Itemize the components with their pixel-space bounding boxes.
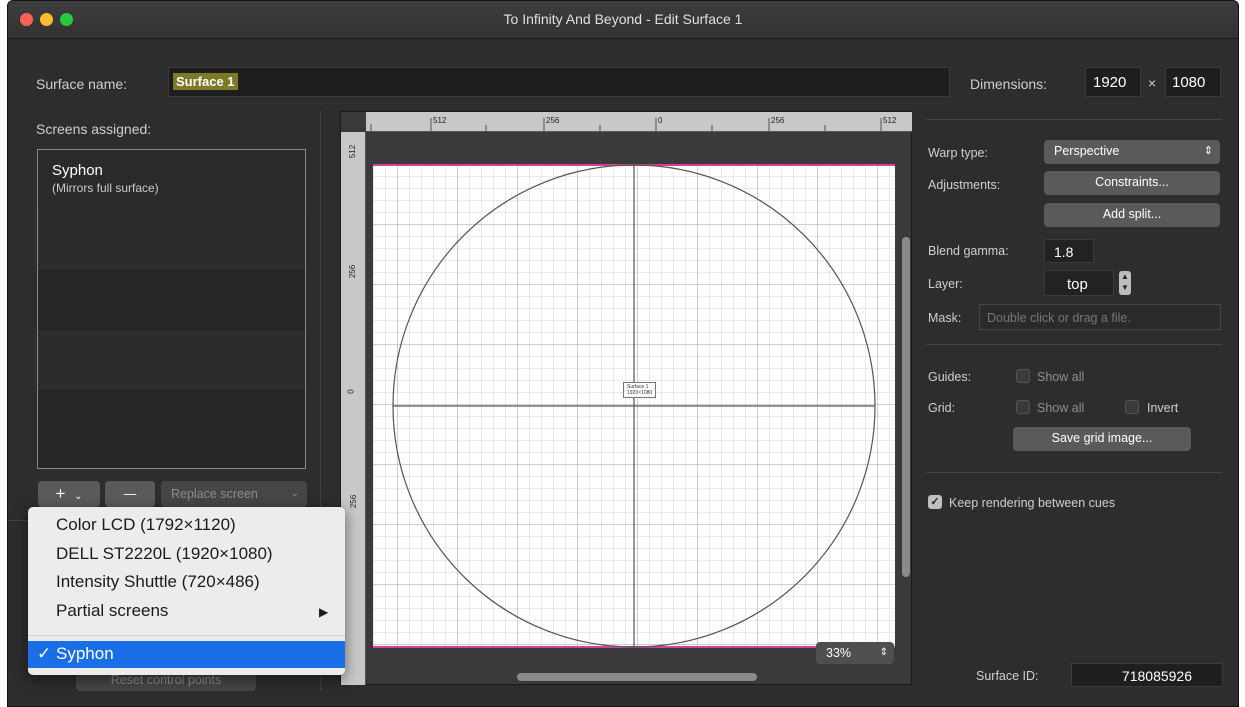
dimensions-times: × xyxy=(1148,75,1157,91)
warp-type-value: Perspective xyxy=(1054,144,1120,158)
width-value: 1920 xyxy=(1093,74,1127,91)
menu-item[interactable]: DELL ST2220L (1920×1080) xyxy=(56,544,273,564)
guides-label: Guides: xyxy=(928,370,972,384)
screens-assigned-label: Screens assigned: xyxy=(36,121,152,137)
list-item xyxy=(38,390,305,450)
add-split-button[interactable]: Add split... xyxy=(1044,203,1220,227)
menu-item[interactable]: Color LCD (1792×1120) xyxy=(56,515,236,535)
ruler-tick-label: 256 xyxy=(348,264,358,279)
screen-name: Syphon xyxy=(52,162,103,179)
remove-screen-button[interactable]: — xyxy=(105,481,155,507)
menu-separator xyxy=(28,635,345,636)
constraints-button[interactable]: Constraints... xyxy=(1044,171,1220,195)
chevron-down-icon: ⌄ xyxy=(290,488,299,499)
screen-note: (Mirrors full surface) xyxy=(52,181,159,195)
mask-field[interactable]: Double click or drag a file. xyxy=(979,304,1221,330)
surface-id-value: 718085926 xyxy=(1121,668,1192,684)
height-field[interactable]: 1080 xyxy=(1165,67,1221,97)
layer-value: top xyxy=(1067,276,1088,293)
chevron-down-icon: ⌄ xyxy=(74,491,83,502)
add-label: + xyxy=(55,484,66,503)
surface-name-value: Surface 1 xyxy=(173,73,238,90)
stepper-icon: ⇕ xyxy=(879,647,888,658)
list-item xyxy=(38,270,305,330)
keep-rendering-label: Keep rendering between cues xyxy=(949,496,1116,510)
menu-item[interactable]: Intensity Shuttle (720×486) xyxy=(56,572,260,592)
title-bar: To Infinity And Beyond - Edit Surface 1 xyxy=(8,1,1238,39)
checkmark-icon: ✓ xyxy=(37,644,52,663)
save-grid-image-button[interactable]: Save grid image... xyxy=(1013,427,1191,451)
guides-show-all-checkbox[interactable] xyxy=(1016,369,1030,383)
guides-show-all-label: Show all xyxy=(1037,370,1085,384)
reset-label: Reset control points xyxy=(110,673,222,687)
grid-canvas xyxy=(373,164,895,648)
grid-invert-checkbox[interactable] xyxy=(1125,400,1139,414)
width-field[interactable]: 1920 xyxy=(1085,67,1141,97)
layer-field[interactable]: top xyxy=(1044,270,1114,296)
horizontal-scrollbar[interactable] xyxy=(517,673,757,681)
warp-type-label: Warp type: xyxy=(928,146,988,160)
ruler-tick-label: 512 xyxy=(883,116,897,125)
replace-screen-popup[interactable]: Replace screen ⌄ xyxy=(161,481,307,507)
height-value: 1080 xyxy=(1172,74,1206,91)
zoom-value: 33% xyxy=(826,646,852,660)
ruler-tick-label: 512 xyxy=(348,144,358,159)
grid-label: Grid: xyxy=(928,401,956,415)
right-divider xyxy=(926,344,1222,345)
add-screen-button[interactable]: + ⌄ xyxy=(38,481,100,507)
right-divider xyxy=(926,472,1222,473)
list-item xyxy=(38,330,305,390)
surface-id-field: 718085926 xyxy=(1071,663,1223,687)
menu-item-label: Syphon xyxy=(56,644,114,663)
grid-show-all-label: Show all xyxy=(1037,401,1085,415)
ruler-tick-label: 256 xyxy=(771,116,785,125)
vertical-scrollbar[interactable] xyxy=(902,237,910,577)
menu-item-selected[interactable]: ✓ Syphon xyxy=(28,641,345,668)
submenu-arrow-icon: ▶ xyxy=(319,605,329,619)
surface-id-label: Surface ID: xyxy=(976,669,1039,683)
warp-type-popup[interactable]: Perspective ⇕ xyxy=(1044,140,1220,164)
replace-screen-label: Replace screen xyxy=(171,487,258,501)
layer-stepper[interactable]: ▲ ▼ xyxy=(1119,271,1131,295)
ruler-tick-label: 0 xyxy=(346,389,356,394)
surface-canvas[interactable]: 512 256 0 256 512 512 256 0 256 Surface … xyxy=(340,111,912,685)
ruler-tick-label: 256 xyxy=(349,494,359,509)
ruler-tick-label: 512 xyxy=(433,116,447,125)
adjustments-label: Adjustments: xyxy=(928,178,1001,192)
keep-rendering-checkbox[interactable]: ✓ xyxy=(928,495,942,509)
layer-label: Layer: xyxy=(928,277,963,291)
ruler-top: 512 256 0 256 512 xyxy=(366,112,912,132)
add-screen-menu: Color LCD (1792×1120) DELL ST2220L (1920… xyxy=(28,507,345,675)
right-divider xyxy=(926,119,1222,120)
ruler-tick-label: 0 xyxy=(658,116,663,125)
mask-placeholder: Double click or drag a file. xyxy=(987,311,1131,325)
blend-gamma-value: 1.8 xyxy=(1054,244,1074,260)
grid-show-all-checkbox[interactable] xyxy=(1016,400,1030,414)
surface-center-label: Surface 1 1920×1080 xyxy=(623,382,657,398)
blend-gamma-field[interactable]: 1.8 xyxy=(1044,239,1094,263)
surface-center-size: 1920×1080 xyxy=(627,390,653,396)
list-item[interactable]: Syphon (Mirrors full surface) xyxy=(38,150,305,210)
surface-name-label: Surface name: xyxy=(36,76,128,92)
screens-list[interactable]: Syphon (Mirrors full surface) xyxy=(37,149,306,469)
zoom-popup[interactable]: 33% ⇕ xyxy=(816,642,894,664)
grid-invert-label: Invert xyxy=(1147,401,1179,415)
surface-name-field[interactable]: Surface 1 xyxy=(168,67,950,97)
list-item xyxy=(38,210,305,270)
window-title: To Infinity And Beyond - Edit Surface 1 xyxy=(503,11,743,27)
stepper-icon: ⇕ xyxy=(1203,145,1213,157)
mask-label: Mask: xyxy=(928,311,962,325)
blend-gamma-label: Blend gamma: xyxy=(928,244,1009,258)
remove-label: — xyxy=(123,487,137,501)
menu-item[interactable]: Partial screens xyxy=(56,601,168,621)
dimensions-label: Dimensions: xyxy=(970,76,1048,92)
ruler-tick-label: 256 xyxy=(546,116,560,125)
